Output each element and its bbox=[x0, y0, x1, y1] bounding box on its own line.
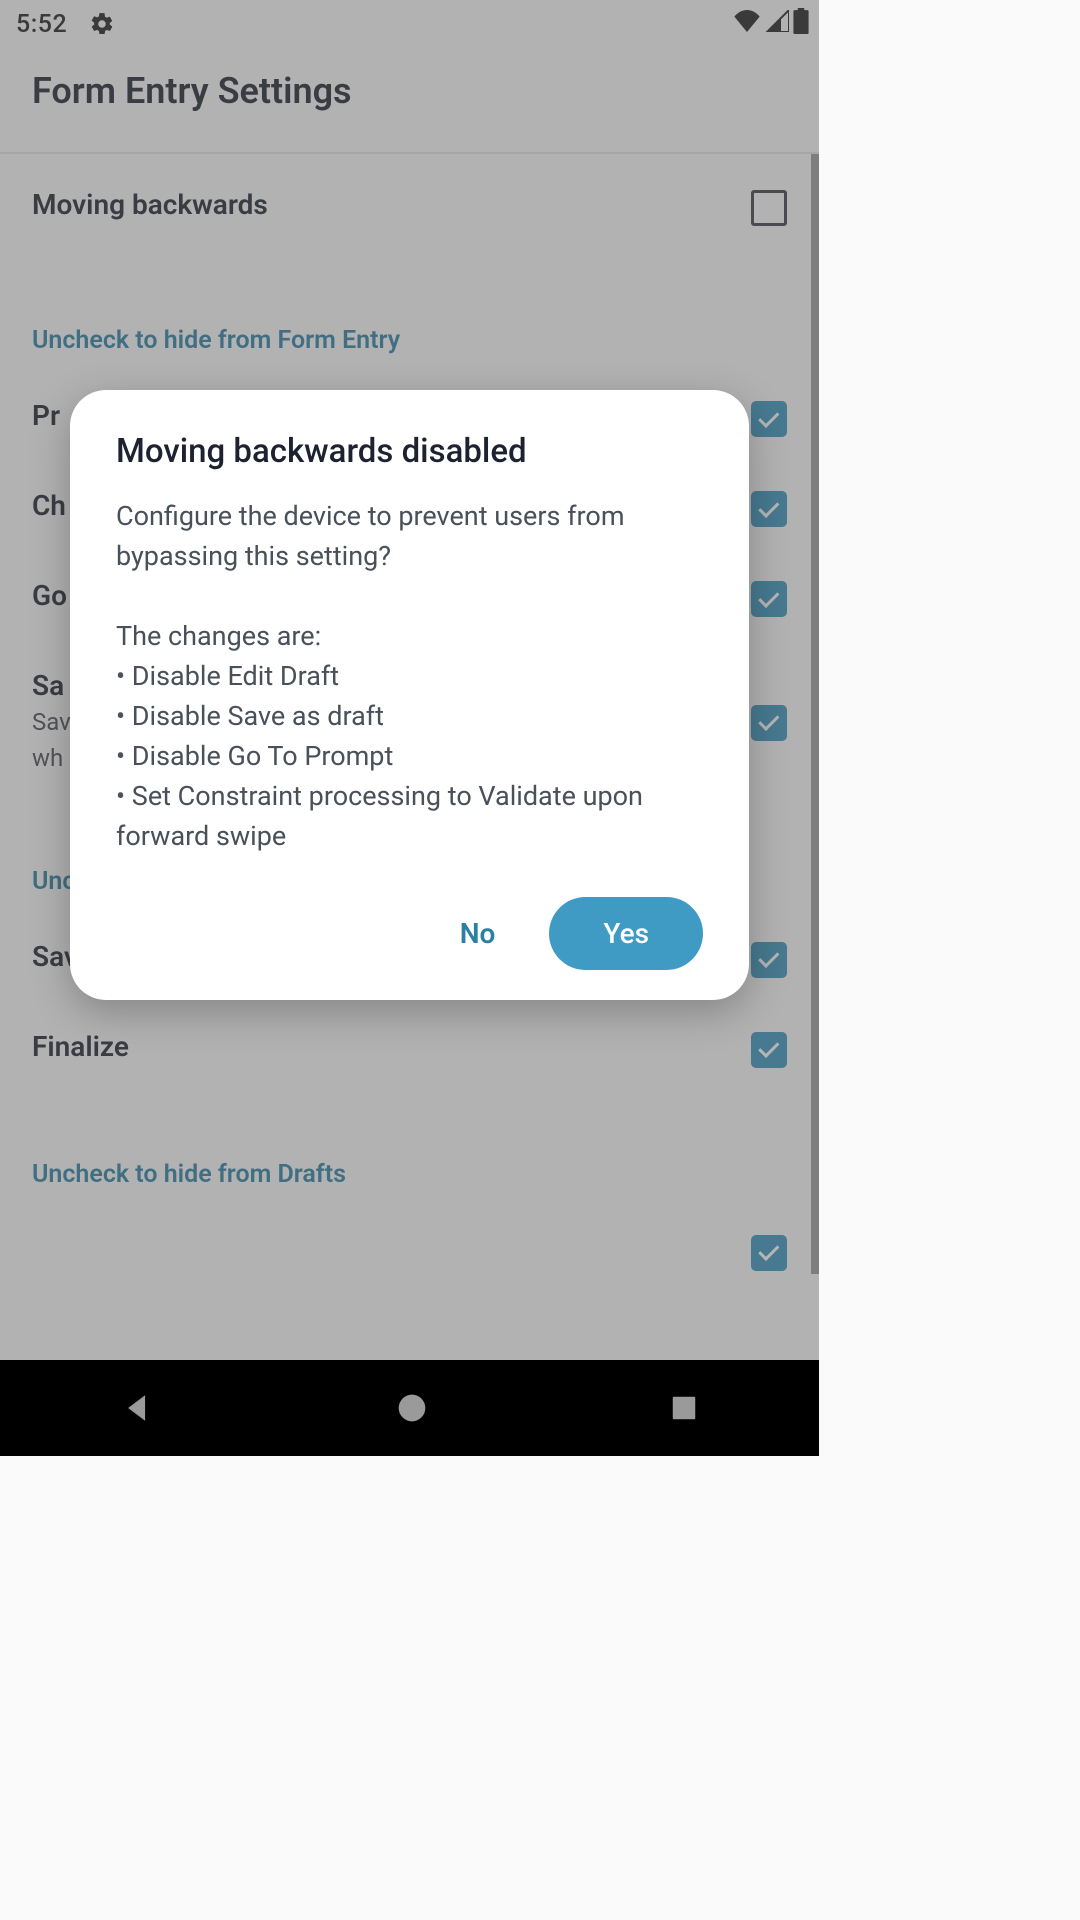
no-button[interactable]: No bbox=[442, 901, 514, 966]
dialog-title: Moving backwards disabled bbox=[116, 432, 703, 471]
dialog-actions: No Yes bbox=[116, 897, 703, 970]
screen: 5:52 Form Entry Settings Moving backward… bbox=[0, 0, 819, 1456]
dialog-moving-backwards-disabled: Moving backwards disabled Configure the … bbox=[70, 390, 749, 1000]
yes-button[interactable]: Yes bbox=[549, 897, 703, 970]
nav-home-icon[interactable] bbox=[396, 1392, 428, 1424]
nav-recent-icon[interactable] bbox=[669, 1393, 699, 1423]
system-nav-bar bbox=[0, 1360, 819, 1456]
dialog-body: Configure the device to prevent users fr… bbox=[116, 497, 703, 857]
nav-back-icon[interactable] bbox=[121, 1391, 155, 1425]
